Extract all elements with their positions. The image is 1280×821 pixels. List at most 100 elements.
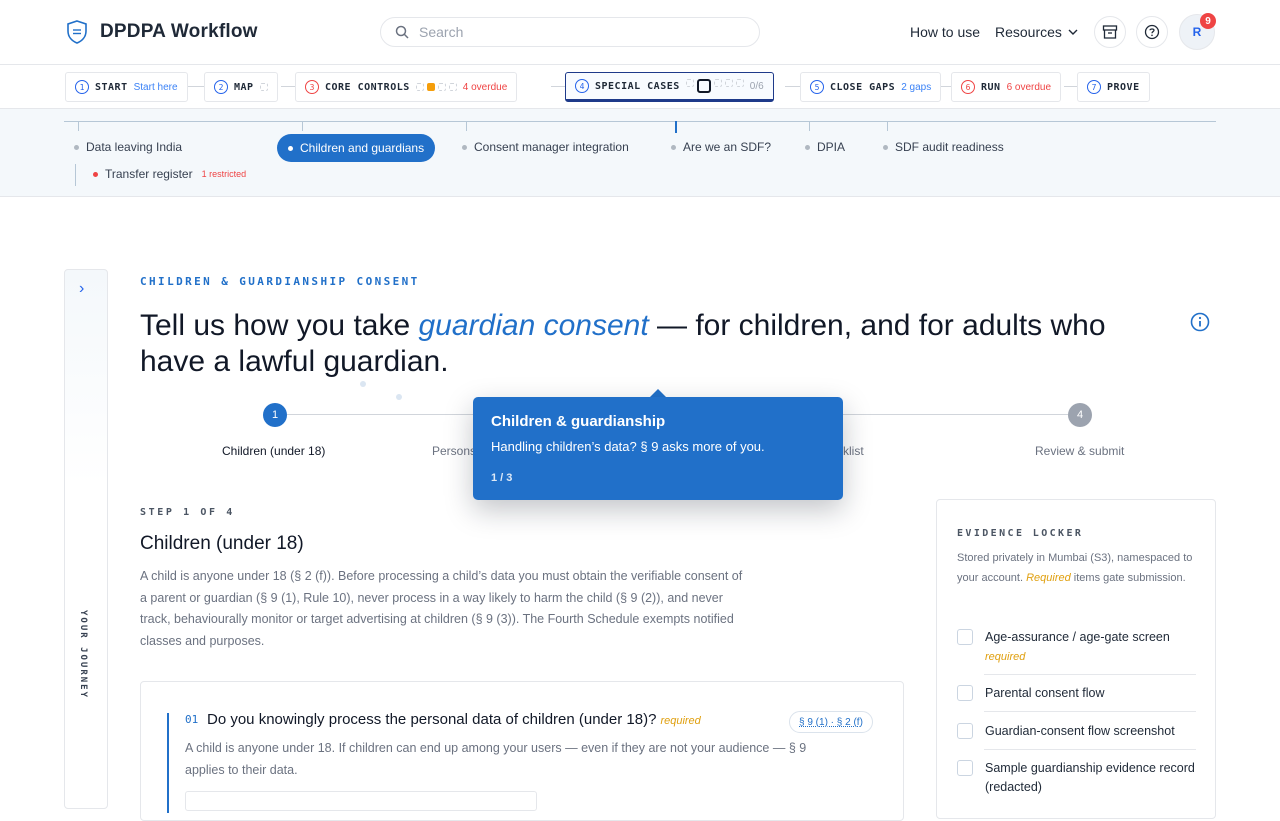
section-eyebrow: CHILDREN & GUARDIANSHIP CONSENT [140,275,420,288]
step-4-label[interactable]: Review & submit [1035,444,1124,458]
evidence-item[interactable]: Parental consent flow [957,684,1197,703]
stage-status: 6 overdue [1006,81,1052,93]
stage-label: CORE CONTROLS [325,81,410,93]
stage-run[interactable]: 6 RUN 6 overdue [951,72,1062,102]
subnav-item-data-leaving-india[interactable]: Data leaving India [74,140,182,154]
evidence-label: Parental consent flow [985,686,1105,700]
locker-title: EVIDENCE LOCKER [957,528,1084,539]
stage-map[interactable]: 2 MAP [204,72,278,102]
top-header: DPDPA Workflow How to use Resources R 9 [0,0,1280,65]
stage-status: Start here [133,81,178,93]
help-button[interactable] [1136,16,1168,48]
subnav-item-label: Data leaving India [86,140,183,154]
evidence-label: Guardian-consent flow screenshot [985,724,1175,738]
title-text: Tell us how you take [140,309,419,342]
subnav-item-label: Children and guardians [300,141,425,155]
stage-number: 4 [575,79,589,93]
stage-close-gaps[interactable]: 5 CLOSE GAPS 2 gaps [800,72,942,102]
locker-description: Stored privately in Mumbai (S3), namespa… [957,548,1197,588]
stage-status: 4 overdue [462,81,508,93]
journey-rail[interactable]: › YOUR JOURNEY [64,269,108,809]
popover-body: Handling children’s data? § 9 asks more … [491,439,765,454]
search-box[interactable] [380,17,760,47]
subnav-item-transfer-register[interactable]: Transfer register 1 restricted [93,167,246,181]
step-title: Children (under 18) [140,533,304,554]
subnav-item-label: DPIA [817,140,846,154]
app-logo[interactable]: DPDPA Workflow [66,20,258,44]
help-icon [1144,24,1160,40]
evidence-checkbox[interactable] [957,685,973,701]
step-2-label[interactable]: Persons [432,444,476,458]
stage-number: 3 [305,80,319,94]
subnav-item-dpia[interactable]: DPIA [805,140,845,154]
question-label: Do you knowingly process the personal da… [207,711,657,728]
how-to-use-link[interactable]: How to use [910,24,980,40]
subnav-item-label: SDF audit readiness [895,140,1004,154]
search-input[interactable] [419,24,719,40]
locker-desc-text: items gate submission. [1070,572,1186,584]
progress-dots [259,83,268,91]
required-tag: required [660,715,701,727]
chevron-right-icon[interactable]: › [79,280,84,298]
stage-prove[interactable]: 7 PROVE [1077,72,1150,102]
stage-label: RUN [981,81,1001,93]
stage-number: 2 [214,80,228,94]
notification-badge: 9 [1200,13,1216,29]
info-icon[interactable] [1190,312,1210,332]
step-1-indicator[interactable]: 1 [263,403,287,427]
required-tag: required [985,651,1026,663]
evidence-checkbox[interactable] [957,629,973,645]
evidence-item[interactable]: Sample guardianship evidence record (red… [957,759,1197,797]
stage-label: START [95,81,128,93]
guide-popover[interactable]: Children & guardianship Handling childre… [473,397,843,500]
popover-counter: 1 / 3 [491,472,513,484]
archive-icon [1102,25,1118,39]
stage-core-controls[interactable]: 3 CORE CONTROLS 4 overdue [295,72,518,102]
question-help: A child is anyone under 18. If children … [185,741,807,777]
subnav-item-sdf-audit[interactable]: SDF audit readiness [883,140,1004,154]
stage-status: 2 gaps [901,81,932,93]
subnav-item-children-guardians[interactable]: Children and guardians [277,134,436,162]
stage-label: PROVE [1107,81,1140,93]
step-4-indicator[interactable]: 4 [1068,403,1092,427]
stage-number: 5 [810,80,824,94]
required-tag: Required [1026,572,1071,584]
stage-number: 6 [961,80,975,94]
stage-special-cases[interactable]: 4 SPECIAL CASES 0/6 [565,72,774,102]
subnav-item-label: Transfer register [105,167,193,181]
sub-navigation: Data leaving India Children and guardian… [0,109,1280,197]
step-description: A child is anyone under 18 (§ 2 (f)). Be… [140,569,743,648]
evidence-checkbox[interactable] [957,760,973,776]
stage-number: 7 [1087,80,1101,94]
step-1-label[interactable]: Children (under 18) [222,444,325,458]
resources-menu[interactable]: Resources [995,24,1078,40]
stage-bar: 1 START Start here 2 MAP 3 CORE CONTROLS… [0,65,1280,109]
progress-dots [415,83,457,91]
app-title: DPDPA Workflow [100,21,258,42]
restricted-badge: 1 restricted [201,169,247,179]
subnav-item-label: Consent manager integration [474,140,629,154]
page-title: Tell us how you take guardian consent — … [140,308,1140,380]
question-text: Do you knowingly process the personal da… [207,711,701,728]
archive-button[interactable] [1094,16,1126,48]
stage-start[interactable]: 1 START Start here [65,72,188,102]
answer-field[interactable] [185,791,537,811]
evidence-item[interactable]: Guardian-consent flow screenshot [957,722,1197,741]
stage-label: SPECIAL CASES [595,80,680,92]
stage-label: CLOSE GAPS [830,81,896,93]
title-accent: guardian consent [418,309,649,342]
popover-title: Children & guardianship [491,413,666,430]
question-number: 01 [185,713,199,726]
stage-label: MAP [234,81,254,93]
chevron-down-icon [1068,29,1078,35]
evidence-label: Age-assurance / age-gate screen required [985,630,1170,663]
rail-label: YOUR JOURNEY [78,610,88,700]
search-icon [395,25,409,39]
subnav-item-sdf[interactable]: Are we an SDF? [671,140,771,154]
legal-reference-link[interactable]: § 9 (1) · § 2 (f) [789,711,873,733]
subnav-item-label: Are we an SDF? [683,140,772,154]
step-3-label[interactable]: klist [843,444,864,458]
evidence-item[interactable]: Age-assurance / age-gate screen required [957,628,1197,667]
evidence-checkbox[interactable] [957,723,973,739]
subnav-item-consent-manager[interactable]: Consent manager integration [462,140,629,154]
